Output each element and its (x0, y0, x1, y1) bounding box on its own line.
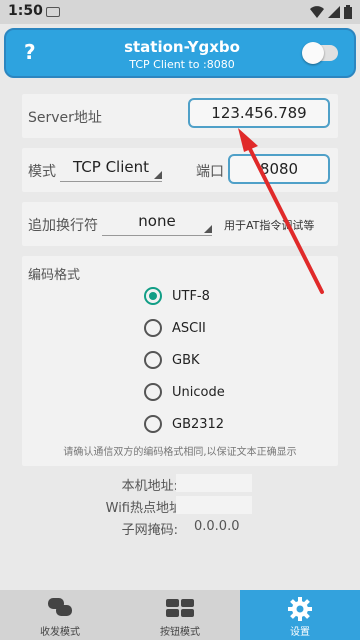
status-time: 1:50 (8, 3, 43, 19)
server-label: Server地址 (28, 110, 102, 126)
mode-value: TCP Client (73, 158, 149, 176)
newline-value: none (138, 212, 176, 230)
encoding-hint: 请确认通信双方的编码格式相同,以保证文本正确显示 (63, 447, 297, 458)
encoding-card: 编码格式 UTF-8 ASCII GBK Unicode GB2312 请确认通… (22, 256, 338, 466)
server-address-input[interactable]: 123.456.789 (188, 98, 330, 128)
port-label: 端口 (196, 164, 224, 180)
battery-icon (344, 5, 352, 19)
radio-label: Unicode (172, 384, 225, 400)
nav-button-mode[interactable]: 按钮模式 (120, 590, 240, 640)
status-bar: 1:50 (0, 0, 360, 24)
radio-button[interactable] (144, 351, 162, 369)
nav-send-receive[interactable]: 收发模式 (0, 590, 120, 640)
wifi-icon (310, 6, 324, 18)
radio-unicode[interactable]: Unicode (144, 381, 225, 403)
connection-header: ? station-Ygxbo TCP Client to :8080 (4, 28, 356, 78)
newline-note: 用于AT指令调试等 (224, 219, 315, 232)
encoding-label: 编码格式 (28, 268, 81, 283)
radio-button-checked[interactable] (144, 287, 162, 305)
gear-icon (288, 597, 312, 621)
radio-gb2312[interactable]: GB2312 (144, 413, 224, 435)
wifi-address-label: Wifi热点地址 (105, 501, 182, 516)
subnet-mask-label: 子网掩码: (121, 523, 178, 538)
nav-settings[interactable]: 设置 (240, 590, 360, 640)
mode-spinner[interactable]: TCP Client (60, 158, 162, 182)
mode-label: 模式 (28, 164, 56, 180)
server-card: Server地址 123.456.789 (22, 94, 338, 138)
radio-label: ASCII (172, 320, 206, 336)
nav-label: 收发模式 (40, 627, 80, 638)
newline-spinner[interactable]: none (102, 212, 212, 236)
nav-label: 按钮模式 (160, 627, 200, 638)
signal-icon (328, 6, 340, 18)
radio-ascii[interactable]: ASCII (144, 317, 206, 339)
toggle-knob (302, 42, 324, 64)
radio-button[interactable] (144, 319, 162, 337)
keyboard-icon (46, 7, 60, 17)
dropdown-triangle-icon (154, 171, 162, 179)
wifi-address-value-blurred (176, 496, 252, 514)
radio-utf8[interactable]: UTF-8 (144, 285, 210, 307)
button-grid-icon (166, 599, 194, 617)
subnet-mask-value: 0.0.0.0 (194, 519, 240, 534)
local-address-label: 本机地址: (121, 479, 178, 494)
radio-label: GB2312 (172, 416, 225, 432)
status-icons (310, 5, 352, 19)
bottom-nav: 收发模式 按钮模式 设置 (0, 590, 360, 640)
newline-card: 追加换行符 none 用于AT指令调试等 (22, 202, 338, 246)
mode-card: 模式 TCP Client 端口 8080 (22, 148, 338, 192)
radio-button[interactable] (144, 415, 162, 433)
connection-toggle[interactable] (302, 42, 338, 64)
radio-label: GBK (172, 352, 200, 368)
chat-bubbles-icon (48, 598, 72, 616)
local-address-value-blurred (176, 474, 252, 492)
dropdown-triangle-icon (204, 225, 212, 233)
radio-button[interactable] (144, 383, 162, 401)
nav-label: 设置 (290, 627, 310, 638)
newline-label: 追加换行符 (28, 218, 98, 234)
port-input[interactable]: 8080 (228, 154, 330, 184)
radio-gbk[interactable]: GBK (144, 349, 200, 371)
radio-label: UTF-8 (172, 288, 210, 304)
